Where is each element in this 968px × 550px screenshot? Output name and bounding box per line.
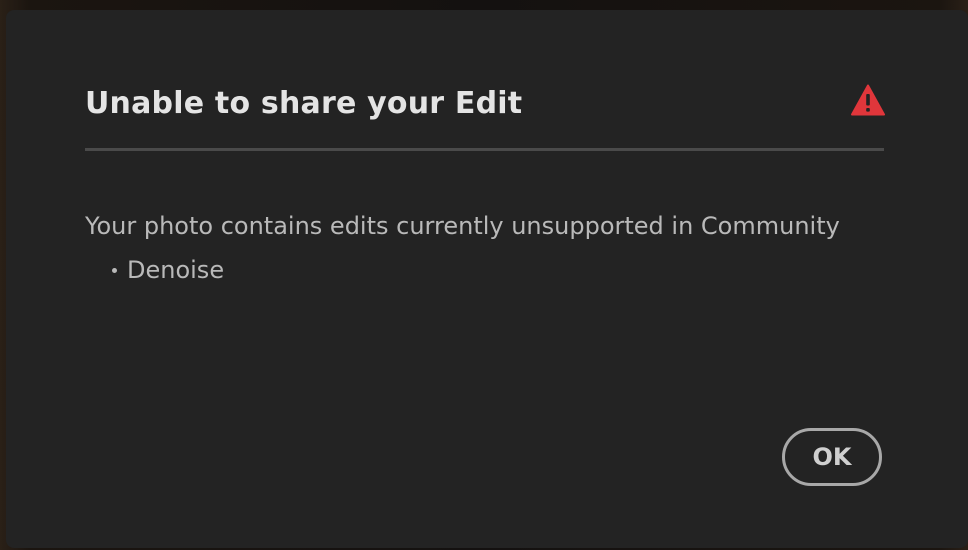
ok-button[interactable]: OK	[782, 428, 882, 486]
header-divider	[85, 148, 884, 151]
dialog-title: Unable to share your Edit	[85, 86, 523, 121]
dialog-message: Your photo contains edits currently unsu…	[85, 212, 840, 240]
list-item-label: Denoise	[127, 256, 225, 284]
bullet-icon	[112, 267, 117, 273]
alert-triangle-icon	[851, 84, 885, 116]
error-dialog: Unable to share your Edit Your photo con…	[6, 10, 968, 548]
unsupported-edits-list: Denoise	[112, 256, 224, 284]
list-item: Denoise	[112, 256, 224, 284]
dialog-header: Unable to share your Edit	[85, 82, 885, 150]
